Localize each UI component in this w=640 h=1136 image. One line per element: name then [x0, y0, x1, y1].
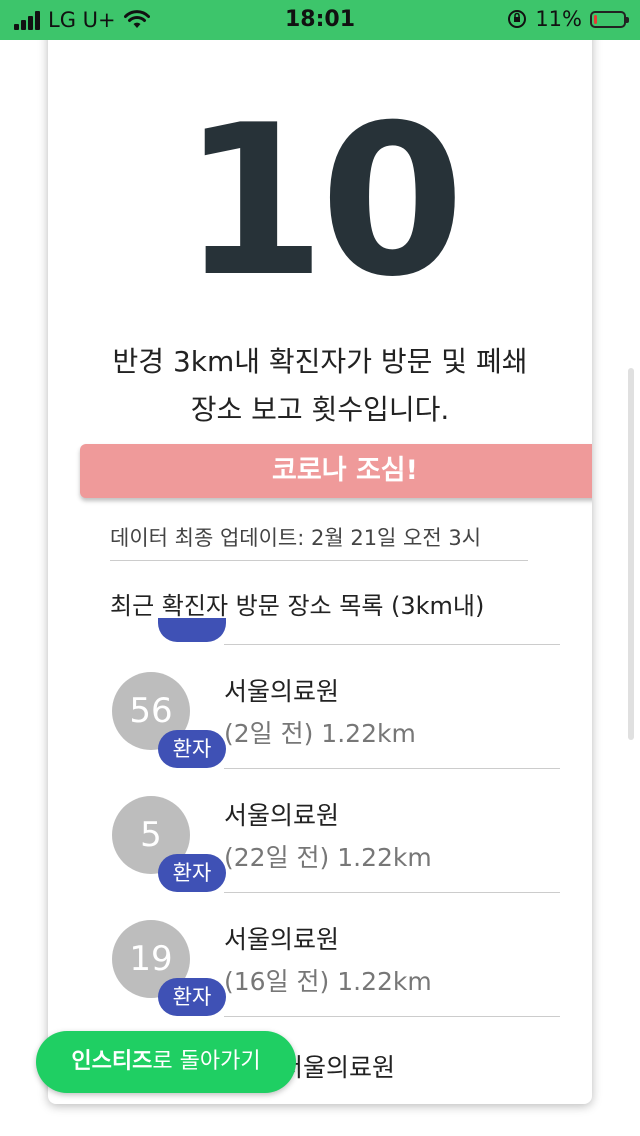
place-meta: (16일 전) 1.22km [224, 967, 432, 996]
place-name: 서울의료원 [224, 801, 340, 830]
stats-card: ... 사용 장소 방문 ... 10 반경 3km내 확진자가 방문 및 폐쇄… [48, 20, 592, 1104]
list-item[interactable]: 5 환자 서울의료원 (22일 전) 1.22km [48, 768, 592, 893]
place-meta: (2일 전) 1.22km [224, 719, 416, 748]
battery-icon [590, 10, 629, 28]
back-to-instiz-button[interactable]: 인스티즈로 돌아가기 [36, 1031, 296, 1093]
brand-label: 인스티즈 [71, 1049, 153, 1074]
cut-off-place-name: 서울의료원 [280, 1053, 396, 1082]
list-item[interactable]: 56 환자 서울의료원 (2일 전) 1.22km [48, 644, 592, 769]
status-right: 11% [507, 7, 629, 31]
partial-patient-badge [158, 618, 226, 642]
patient-badge: 환자 [158, 978, 226, 1016]
scrollbar[interactable] [628, 368, 634, 740]
battery-level-fill [594, 14, 597, 24]
patient-badge: 환자 [158, 854, 226, 892]
status-bar: LG U+ 18:01 11% [0, 0, 640, 40]
patient-badge: 환자 [158, 730, 226, 768]
row-divider [224, 1016, 560, 1017]
description-line-2: 장소 보고 횟수입니다. [190, 393, 450, 426]
count-description: 반경 3km내 확진자가 방문 및 폐쇄 장소 보고 횟수입니다. [68, 338, 572, 434]
rotation-lock-icon [508, 10, 527, 28]
list-item[interactable]: 19 환자 서울의료원 (16일 전) 1.22km [48, 892, 592, 1017]
last-updated-text: 데이터 최종 업데이트: 2월 21일 오전 3시 [110, 522, 528, 561]
place-name: 서울의료원 [224, 677, 340, 706]
report-count: 10 [181, 81, 464, 323]
visited-places-title: 최근 확진자 방문 장소 목록 (3km내) [110, 592, 485, 620]
place-name: 서울의료원 [224, 925, 340, 954]
description-line-1: 반경 3km내 확진자가 방문 및 폐쇄 [112, 345, 528, 378]
back-label: 로 돌아가기 [152, 1049, 261, 1074]
caution-button[interactable]: 코로나 조심! [80, 444, 592, 498]
battery-percent: 11% [535, 7, 582, 31]
place-meta: (22일 전) 1.22km [224, 843, 432, 872]
